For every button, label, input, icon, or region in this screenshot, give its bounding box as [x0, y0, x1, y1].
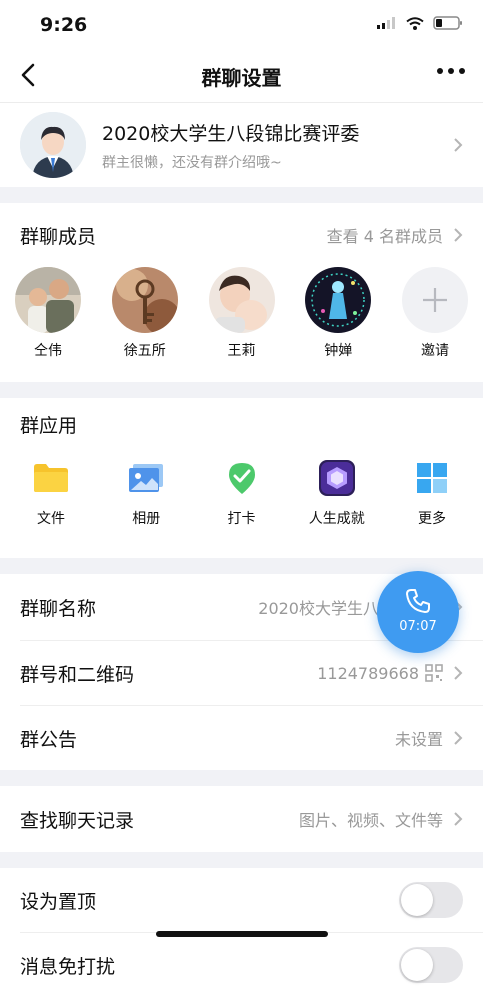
- mute-row: 消息免打扰: [0, 933, 483, 997]
- checkin-icon: [222, 458, 262, 498]
- chevron-right-icon: [454, 731, 463, 745]
- group-apps-section: 群应用 文件 相册 打卡 人生成就 更多: [0, 398, 483, 558]
- pin-top-label: 设为置顶: [20, 890, 97, 913]
- status-time: 9:26: [40, 14, 88, 36]
- app-list: 文件 相册 打卡 人生成就 更多: [0, 450, 483, 558]
- member-item[interactable]: 徐五所: [111, 267, 179, 360]
- ongoing-call-button[interactable]: 07:07: [377, 571, 459, 653]
- page-title: 群聊设置: [201, 66, 282, 90]
- status-bar: 9:26: [0, 0, 483, 48]
- member-list: 仝伟 徐五所 王莉 钟婵 邀请: [0, 267, 483, 382]
- group-number-value: 1124789668: [317, 663, 419, 683]
- mute-label: 消息免打扰: [20, 955, 116, 978]
- signal-icon: [377, 17, 395, 29]
- group-notice-value: 未设置: [394, 730, 443, 749]
- member-name: 徐五所: [123, 343, 166, 359]
- group-profile-row[interactable]: 2020校大学生八段锦比赛评委 群主很懒，还没有群介绍哦~: [0, 103, 483, 187]
- phone-icon: [406, 589, 430, 613]
- avatar: [208, 267, 275, 333]
- call-duration: 07:07: [399, 619, 437, 634]
- wifi-icon: [406, 16, 424, 30]
- avatar: [15, 267, 81, 333]
- view-all-members[interactable]: 查看 4 名群成员: [327, 223, 443, 247]
- member-name: 仝伟: [34, 343, 62, 359]
- member-item[interactable]: 王莉: [208, 267, 276, 360]
- app-file[interactable]: 文件: [14, 458, 88, 528]
- members-label: 群聊成员: [20, 225, 97, 248]
- invite-label: 邀请: [421, 343, 449, 359]
- search-history-label: 查找聊天记录: [20, 809, 135, 832]
- app-more[interactable]: 更多: [395, 458, 469, 528]
- avatar: [305, 267, 372, 333]
- nav-bar: 群聊设置: [0, 48, 483, 103]
- member-name: 钟婵: [324, 343, 353, 359]
- group-avatar: [20, 112, 86, 178]
- avatar: [111, 267, 178, 333]
- search-history-hint: 图片、视频、文件等: [298, 811, 443, 830]
- app-checkin[interactable]: 打卡: [205, 458, 279, 528]
- group-intro: 群主很懒，还没有群介绍哦~: [102, 154, 282, 171]
- app-name: 人生成就: [308, 511, 365, 527]
- members-row[interactable]: 群聊成员 查看 4 名群成员: [0, 203, 483, 267]
- group-number-label: 群号和二维码: [20, 663, 135, 686]
- member-item[interactable]: 仝伟: [14, 267, 82, 360]
- qr-code-icon: [425, 664, 443, 682]
- chevron-right-icon: [454, 666, 463, 680]
- member-name: 王莉: [227, 343, 256, 359]
- pin-top-toggle[interactable]: [399, 882, 463, 918]
- group-apps-label: 群应用: [20, 414, 78, 437]
- app-name: 打卡: [227, 511, 256, 527]
- home-indicator: [156, 931, 328, 937]
- chevron-right-icon: [454, 812, 463, 826]
- status-icons: [377, 16, 463, 30]
- group-notice-label: 群公告: [20, 728, 78, 751]
- group-name: 2020校大学生八段锦比赛评委: [102, 122, 360, 145]
- member-item[interactable]: 钟婵: [304, 267, 372, 360]
- chevron-right-icon: [454, 138, 463, 152]
- app-name: 更多: [418, 511, 446, 527]
- members-section: 群聊成员 查看 4 名群成员 仝伟 徐五所 王莉 钟婵 邀请: [0, 203, 483, 382]
- more-options-icon[interactable]: [437, 68, 465, 74]
- group-name-label: 群聊名称: [20, 597, 97, 620]
- app-name: 相册: [132, 511, 161, 527]
- group-apps-header: 群应用: [0, 398, 483, 450]
- more-apps-icon: [412, 458, 452, 498]
- achievement-icon: [317, 458, 357, 498]
- folder-icon: [31, 458, 71, 498]
- app-album[interactable]: 相册: [109, 458, 183, 528]
- group-notice-row[interactable]: 群公告 未设置: [0, 706, 483, 770]
- search-history-row[interactable]: 查找聊天记录 图片、视频、文件等: [0, 786, 483, 852]
- album-icon: [126, 458, 166, 498]
- mute-toggle[interactable]: [399, 947, 463, 983]
- pin-top-row: 设为置顶: [0, 868, 483, 932]
- battery-icon: [433, 16, 462, 30]
- plus-icon: [402, 267, 468, 333]
- invite-member-button[interactable]: 邀请: [401, 267, 469, 360]
- app-achievement[interactable]: 人生成就: [300, 458, 374, 528]
- app-name: 文件: [37, 511, 65, 527]
- chevron-right-icon: [454, 228, 463, 242]
